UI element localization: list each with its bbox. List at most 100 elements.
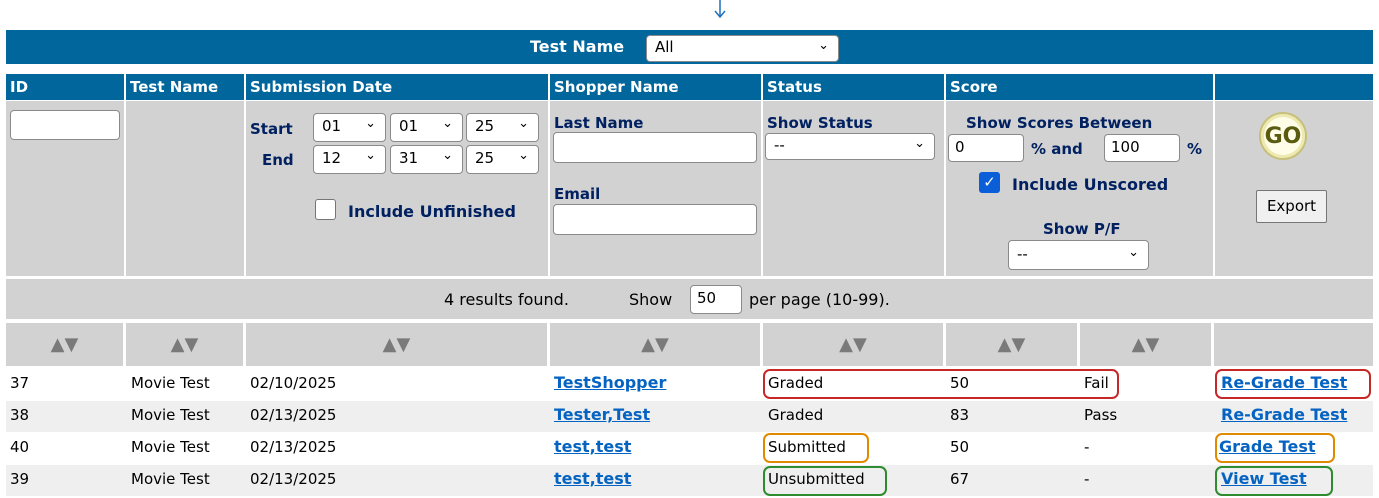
chevron-down-icon: ⌄ [818, 38, 829, 53]
cell-id: 39 [10, 470, 30, 488]
email-input[interactable] [553, 204, 757, 235]
table-row [6, 465, 1373, 496]
highlight-box [1215, 369, 1371, 399]
export-button[interactable]: Export [1256, 190, 1327, 223]
start-day-value: 01 [399, 117, 419, 135]
sort-status[interactable]: ▲▼ [763, 323, 943, 366]
shopper-link[interactable]: TestShopper [554, 373, 666, 392]
column-divider [944, 74, 946, 276]
header-shopper-name: Shopper Name [554, 78, 679, 96]
cell-id: 37 [10, 374, 30, 392]
end-year-select[interactable]: 25 ⌄ [466, 145, 539, 174]
chevron-down-icon: ⌄ [442, 116, 453, 131]
go-label: GO [1264, 124, 1302, 149]
cell-pass-fail: Pass [1084, 406, 1118, 424]
cell-score: 83 [950, 406, 970, 424]
sort-arrows-icon: ▲▼ [839, 334, 867, 355]
start-year-value: 25 [475, 117, 495, 135]
column-divider [124, 74, 126, 276]
highlight-box [1215, 433, 1335, 463]
start-day-select[interactable]: 01 ⌄ [390, 113, 463, 142]
per-page-text: per page (10-99). [749, 290, 890, 309]
show-pf-select[interactable]: -- ⌄ [1008, 240, 1149, 270]
cell-id: 40 [10, 438, 30, 456]
cell-pass-fail: - [1084, 470, 1090, 488]
last-name-input[interactable] [553, 132, 757, 163]
score-max-input[interactable]: 100 [1104, 134, 1180, 162]
include-unfinished-label: Include Unfinished [348, 202, 516, 221]
sort-arrows-icon: ▲▼ [641, 334, 669, 355]
sort-pass-fail[interactable]: ▲▼ [1080, 323, 1211, 366]
sort-shopper-name[interactable]: ▲▼ [550, 323, 760, 366]
cell-date: 02/13/2025 [250, 438, 337, 456]
header-score: Score [950, 78, 998, 96]
score-min-value: 0 [955, 138, 965, 156]
header-id: ID [10, 78, 29, 96]
include-unfinished-checkbox[interactable] [315, 199, 336, 220]
scores-between-label: Show Scores Between [966, 114, 1153, 132]
start-year-select[interactable]: 25 ⌄ [466, 113, 539, 142]
last-name-label: Last Name [554, 114, 644, 132]
id-input[interactable] [10, 110, 120, 140]
end-year-value: 25 [475, 149, 495, 167]
start-month-value: 01 [322, 117, 342, 135]
per-page-input[interactable]: 50 [690, 285, 742, 314]
sort-arrows-icon: ▲▼ [50, 334, 79, 355]
chevron-down-icon: ⌄ [365, 116, 376, 131]
end-day-select[interactable]: 31 ⌄ [390, 145, 463, 174]
email-label: Email [554, 185, 601, 203]
down-arrow-icon [714, 0, 726, 19]
sort-submission-date[interactable]: ▲▼ [246, 323, 547, 366]
end-label: End [262, 151, 294, 169]
show-status-select[interactable]: -- ⌄ [765, 133, 935, 160]
per-page-show-label: Show [629, 290, 673, 309]
include-unscored-label: Include Unscored [1012, 175, 1169, 194]
end-month-select[interactable]: 12 ⌄ [313, 145, 386, 174]
show-pf-label: Show P/F [1043, 220, 1121, 238]
show-status-value: -- [774, 136, 785, 154]
shopper-link[interactable]: test,test [554, 469, 631, 488]
shopper-link[interactable]: Tester,Test [554, 405, 650, 424]
cell-status: Graded [768, 406, 824, 424]
chevron-down-icon: ⌄ [365, 148, 376, 163]
sort-id[interactable]: ▲▼ [6, 323, 123, 366]
header-submission-date: Submission Date [250, 78, 393, 96]
cell-date: 02/13/2025 [250, 406, 337, 424]
column-divider [1213, 74, 1215, 276]
regrade-test-link[interactable]: Re-Grade Test [1221, 405, 1347, 424]
show-pf-value: -- [1017, 245, 1028, 263]
sort-arrows-icon: ▲▼ [382, 334, 411, 355]
cell-test-name: Movie Test [131, 406, 210, 424]
sort-score[interactable]: ▲▼ [946, 323, 1077, 366]
sort-arrows-icon: ▲▼ [1131, 334, 1160, 355]
shopper-link[interactable]: test,test [554, 437, 631, 456]
include-unscored-checkbox[interactable]: ✓ [979, 172, 1000, 193]
highlight-box [763, 433, 869, 463]
cell-test-name: Movie Test [131, 470, 210, 488]
table-row [6, 369, 1373, 400]
sort-test-name[interactable]: ▲▼ [126, 323, 243, 366]
score-percent-label: % [1187, 140, 1203, 158]
per-page-value: 50 [697, 289, 717, 307]
score-min-input[interactable]: 0 [948, 134, 1024, 162]
cell-test-name: Movie Test [131, 374, 210, 392]
go-button[interactable]: GO [1259, 112, 1307, 160]
results-found-text: 4 results found. [444, 290, 569, 309]
start-label: Start [250, 120, 293, 138]
column-divider [761, 74, 763, 276]
cell-date: 02/10/2025 [250, 374, 337, 392]
start-month-select[interactable]: 01 ⌄ [313, 113, 386, 142]
column-divider [244, 74, 246, 276]
cell-score: 67 [950, 470, 970, 488]
cell-test-name: Movie Test [131, 438, 210, 456]
chevron-down-icon: ⌄ [914, 136, 925, 151]
sort-action-blank [1214, 323, 1373, 366]
cell-id: 38 [10, 406, 30, 424]
chevron-down-icon: ⌄ [1128, 245, 1139, 260]
test-name-select[interactable]: All ⌄ [646, 35, 839, 62]
highlight-box [1215, 466, 1333, 496]
table-row [6, 433, 1373, 464]
score-max-value: 100 [1111, 138, 1140, 156]
export-label: Export [1266, 197, 1317, 215]
highlight-box [763, 466, 887, 496]
